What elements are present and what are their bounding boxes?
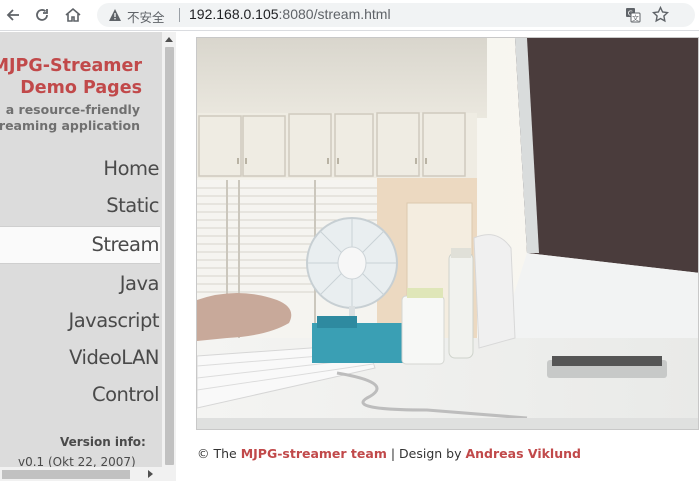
footer-team-link[interactable]: MJPG-streamer team <box>241 446 387 461</box>
browser-toolbar: 不安全 192.168.0.105:8080/stream.html G文 <box>0 0 699 31</box>
sidebar-horizontal-scrollbar[interactable] <box>0 467 176 481</box>
url-path: :8080/stream.html <box>278 6 391 22</box>
reload-icon <box>36 9 48 21</box>
nav-control[interactable]: Control <box>92 383 160 406</box>
stream-image <box>196 37 699 430</box>
footer-copyright: © The <box>197 446 237 461</box>
site-title-line1: MJPG-Streamer <box>0 56 142 76</box>
version-label: Version info: <box>60 435 146 449</box>
scroll-right-arrow[interactable] <box>144 467 158 481</box>
home-button[interactable] <box>60 3 86 27</box>
nav-java[interactable]: Java <box>120 272 160 295</box>
caret-right-icon <box>148 470 153 478</box>
vertical-scroll-thumb[interactable] <box>165 47 174 465</box>
scroll-up-arrow[interactable] <box>162 32 176 46</box>
address-bar[interactable]: 不安全 192.168.0.105:8080/stream.html G文 <box>97 3 695 27</box>
reload-button[interactable] <box>29 3 55 27</box>
back-button[interactable] <box>0 3 26 27</box>
site-subtitle-line1: a resource-friendly <box>5 102 140 117</box>
sidebar: MJPG-Streamer Demo Pages a resource-frie… <box>0 32 162 469</box>
footer: © The MJPG-streamer team | Design by And… <box>197 446 581 461</box>
footer-design-text: | Design by <box>390 446 462 461</box>
nav-stream[interactable]: Stream <box>91 233 159 256</box>
footer-author-link[interactable]: Andreas Viklund <box>465 446 580 461</box>
url-text[interactable]: 192.168.0.105:8080/stream.html <box>189 6 391 22</box>
url-host: 192.168.0.105 <box>189 6 279 22</box>
svg-text:文: 文 <box>632 14 639 23</box>
arrow-left-icon <box>6 9 19 21</box>
warning-icon[interactable] <box>108 8 122 22</box>
site-title: MJPG-Streamer Demo Pages <box>0 55 142 99</box>
nav-videolan[interactable]: VideoLAN <box>69 346 159 369</box>
webcam-frame-illustration <box>197 38 698 429</box>
site-subtitle: a resource-friendly streaming applicatio… <box>0 102 140 133</box>
bookmark-star-icon[interactable] <box>652 6 669 23</box>
sidebar-vertical-scrollbar[interactable] <box>162 32 176 469</box>
home-icon <box>65 7 81 22</box>
site-title-line2: Demo Pages <box>20 78 142 98</box>
nav-static[interactable]: Static <box>106 194 159 217</box>
nav-home[interactable]: Home <box>103 157 159 180</box>
site-subtitle-line2: streaming application <box>0 117 140 133</box>
horizontal-scroll-thumb[interactable] <box>2 470 130 479</box>
caret-up-icon <box>165 37 173 42</box>
omnibox-divider <box>179 8 180 22</box>
nav-javascript[interactable]: Javascript <box>68 309 159 332</box>
translate-icon[interactable]: G文 <box>625 7 641 23</box>
not-secure-label[interactable]: 不安全 <box>127 7 165 26</box>
